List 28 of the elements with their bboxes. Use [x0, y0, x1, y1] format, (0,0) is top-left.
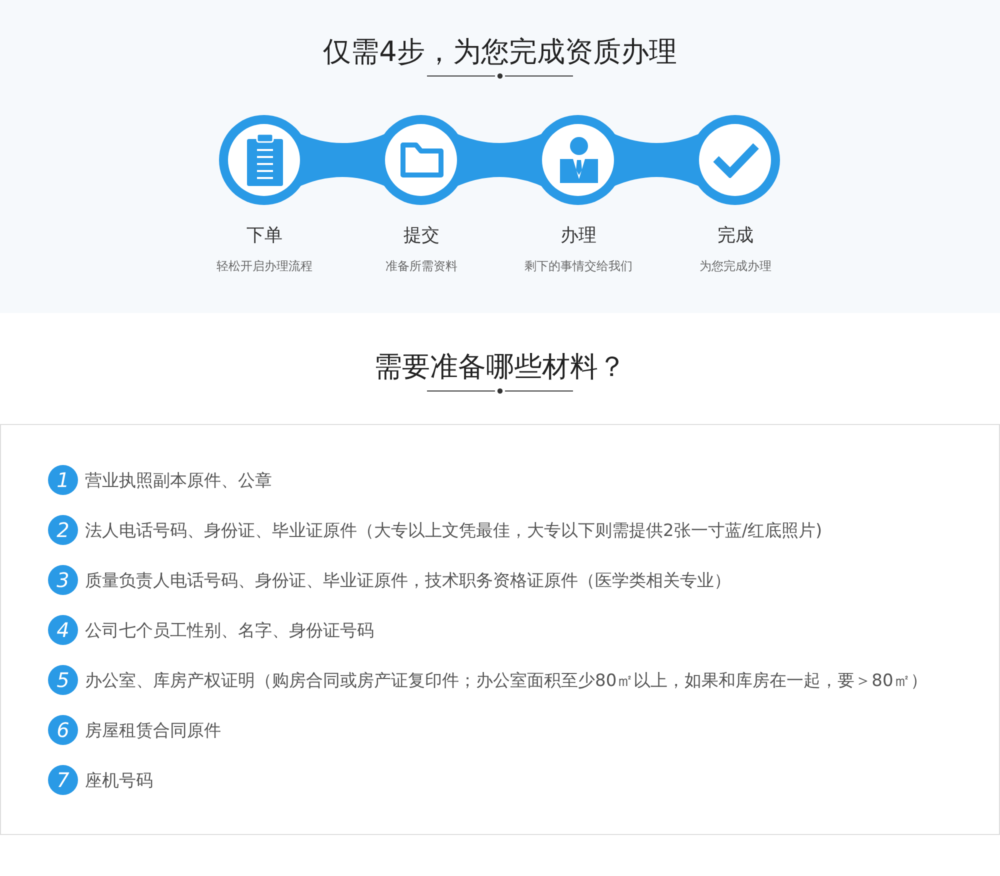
- material-item: 营业执照副本原件、公章: [85, 470, 272, 492]
- section-title: 仅需4步，为您完成资质办理: [323, 34, 677, 70]
- step-description: 轻松开启办理流程: [216, 258, 312, 274]
- number-badge: 2: [48, 515, 78, 545]
- folder-icon: [400, 142, 444, 178]
- number-badge: 5: [48, 665, 78, 695]
- material-item: 办公室、库房产权证明（购房合同或房产证复印件；办公室面积至少80㎡以上，如果和库房在一起，要＞80㎡）: [85, 670, 928, 692]
- number-badge: 1: [48, 465, 78, 495]
- material-item: 公司七个员工性别、名字、身份证号码: [85, 620, 374, 642]
- material-item: 座机号码: [85, 770, 153, 792]
- step-description: 剩下的事情交给我们: [524, 258, 632, 274]
- step-description: 为您完成办理: [700, 258, 772, 274]
- step-title: 完成: [718, 224, 754, 248]
- person-icon: [560, 137, 598, 183]
- clipboard-icon: [246, 134, 282, 186]
- step-title: 办理: [560, 224, 596, 248]
- step-description: 准备所需资料: [386, 258, 458, 274]
- material-item: 质量负责人电话号码、身份证、毕业证原件，技术职务资格证原件（医学类相关专业）: [85, 570, 731, 592]
- material-item: 房屋租赁合同原件: [85, 720, 221, 742]
- number-badge: 4: [48, 615, 78, 645]
- number-badge: 3: [48, 565, 78, 595]
- number-badge: 6: [48, 715, 78, 745]
- number-badge: 7: [48, 765, 78, 795]
- checkmark-icon: [712, 142, 758, 178]
- material-item: 法人电话号码、身份证、毕业证原件（大专以上文凭最佳，大专以下则需提供2张一寸蓝/红底照片): [85, 520, 822, 542]
- section-title: 需要准备哪些材料？: [374, 349, 626, 385]
- step-title: 提交: [404, 224, 440, 248]
- step-title: 下单: [246, 224, 282, 248]
